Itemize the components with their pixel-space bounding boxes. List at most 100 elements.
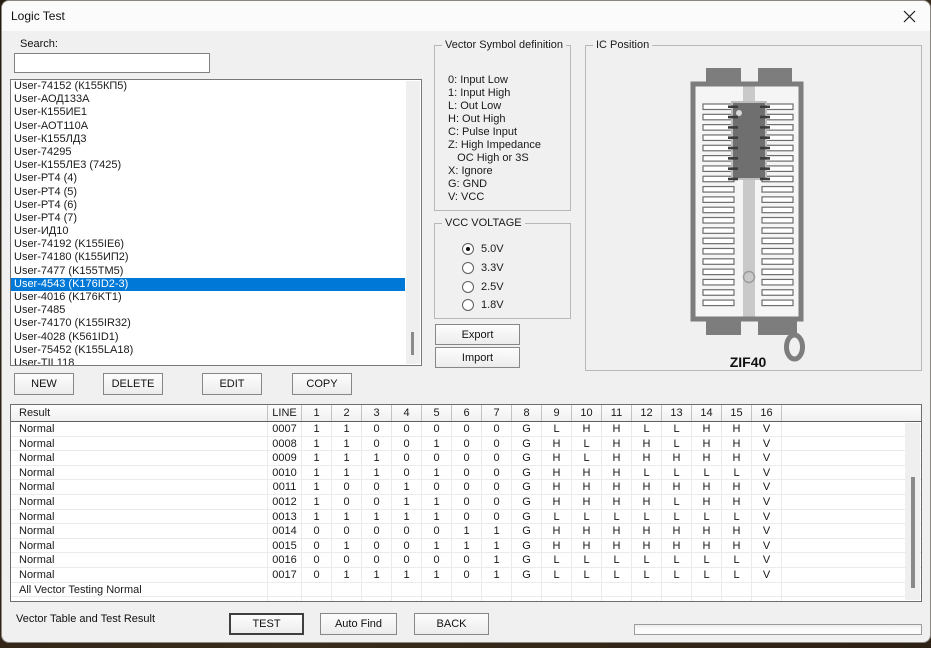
close-button[interactable]: [892, 3, 926, 29]
delete-button[interactable]: DELETE: [103, 373, 163, 395]
cell-pin: 0: [302, 567, 332, 583]
vcc-option-3-3v[interactable]: 3.3V: [462, 261, 504, 274]
search-input[interactable]: [14, 53, 210, 73]
cell-pin: H: [632, 494, 662, 510]
cell-pin: L: [722, 465, 752, 481]
list-item[interactable]: User-4543 (K176ID2-3): [11, 277, 405, 291]
list-item[interactable]: User-К155ЛЕ3 (7425): [11, 159, 405, 172]
column-header-pin: 11: [602, 405, 632, 421]
cell-pin: H: [572, 465, 602, 481]
cell-pin: 0: [392, 451, 422, 466]
table-row[interactable]: Normal 0014 0 0 0 0 0 1 1 G H H H H H H H V: [11, 524, 921, 539]
radio-icon: [462, 243, 474, 255]
table-row[interactable]: Normal 0017 0 1 1 1 1 0 1 G L L L L L L L V: [11, 567, 921, 583]
cell-pin: H: [692, 538, 722, 554]
new-button[interactable]: NEW: [14, 373, 74, 395]
export-button[interactable]: Export: [435, 324, 520, 345]
table-row[interactable]: Normal 0015 0 1 0 0 1 1 1 G H H H H H H H V: [11, 538, 921, 554]
cell-pin: 0: [392, 538, 422, 554]
cell-line: 0012: [268, 494, 302, 510]
list-item[interactable]: User-74180 (К155ИП2): [11, 251, 405, 264]
cell-pin: L: [662, 494, 692, 510]
list-item[interactable]: User-4016 (K176KT1): [11, 291, 405, 304]
list-item[interactable]: User-TIL118: [11, 357, 405, 365]
cell-pin: H: [662, 480, 692, 495]
list-item[interactable]: User-РТ4 (6): [11, 199, 405, 212]
list-item[interactable]: User-74295: [11, 146, 405, 159]
vector-symbol-lines: 0: Input Low 1: Input High L: Out Low H: Ou…: [435, 74, 570, 204]
cell-pin: G: [512, 480, 542, 495]
list-item[interactable]: User-4028 (K561ID1): [11, 331, 405, 344]
list-item[interactable]: User-К155ЛД3: [11, 133, 405, 146]
list-item[interactable]: User-АОД133А: [11, 93, 405, 106]
column-header-pin: 7: [482, 405, 512, 421]
listbox-scrollbar-thumb[interactable]: [411, 332, 414, 355]
cell-pin: 0: [482, 422, 512, 437]
list-item[interactable]: User-РТ4 (5): [11, 186, 405, 199]
list-item[interactable]: User-АОТ110А: [11, 120, 405, 133]
cell-pin: H: [572, 494, 602, 510]
table-row[interactable]: Normal 0008 1 1 0 0 1 0 0 G H L H H L H H V: [11, 436, 921, 452]
cell-pin: 1: [392, 567, 422, 583]
cell-line: 0017: [268, 567, 302, 583]
table-row[interactable]: Normal 0013 1 1 1 1 1 0 0 G L L L L L L L V: [11, 509, 921, 525]
cell-pin: L: [632, 567, 662, 583]
test-button[interactable]: TEST: [229, 613, 304, 635]
cell-filler: [782, 568, 921, 583]
cell-pin: H: [632, 538, 662, 554]
cell-filler: [782, 422, 921, 437]
cell-pin: H: [692, 436, 722, 452]
copy-button[interactable]: COPY: [292, 373, 352, 395]
cell-pin: 0: [362, 524, 392, 539]
cell-pin: L: [722, 567, 752, 583]
radio-icon: [462, 280, 474, 293]
cell-pin: L: [722, 509, 752, 525]
cell-pin: 0: [452, 436, 482, 452]
import-button[interactable]: Import: [435, 347, 520, 368]
list-item[interactable]: User-74192 (K155IE6): [11, 238, 405, 251]
table-row[interactable]: Normal 0010 1 1 1 0 1 0 0 G H H H L L L L V: [11, 465, 921, 481]
cell-pin: 1: [452, 538, 482, 554]
vcc-option-1-8v[interactable]: 1.8V: [462, 299, 504, 312]
table-row[interactable]: Normal 0007 1 1 0 0 0 0 0 G L H H L L H H V: [11, 422, 921, 437]
list-item[interactable]: User-7477 (K155TM5): [11, 265, 405, 278]
list-item[interactable]: User-РТ4 (7): [11, 212, 405, 225]
vcc-option-5-0v[interactable]: 5.0V: [462, 243, 504, 255]
ic-position-groupbox: IC Position ZIF40: [585, 39, 922, 371]
table-summary-row[interactable]: All Vector Testing Normal: [11, 582, 921, 598]
cell-pin: H: [722, 538, 752, 554]
cell-pin: 0: [482, 451, 512, 466]
cell-filler: [782, 524, 921, 539]
cell-pin: H: [722, 494, 752, 510]
list-item[interactable]: User-7485: [11, 304, 405, 317]
table-scrollbar-thumb[interactable]: [911, 477, 915, 588]
cell-pin: 0: [362, 422, 392, 437]
list-item[interactable]: User-РТ4 (4): [11, 172, 405, 185]
listbox-scrollbar[interactable]: [406, 81, 420, 364]
table-row[interactable]: Normal 0009 1 1 1 0 0 0 0 G H L H H H H H V: [11, 451, 921, 466]
list-item[interactable]: User-ИД10: [11, 225, 405, 238]
list-item[interactable]: User-К155ИЕ1: [11, 106, 405, 119]
cell-filler: [782, 539, 921, 554]
list-item[interactable]: User-75452 (K155LA18): [11, 344, 405, 357]
table-row[interactable]: Normal 0012 1 0 0 1 1 0 0 G H H H H L H H V: [11, 494, 921, 510]
list-item[interactable]: User-74152 (К155КП5): [11, 80, 405, 93]
table-empty-row[interactable]: [11, 597, 921, 601]
ic-listbox[interactable]: User-74152 (К155КП5) User-АОД133А User-К15…: [10, 79, 422, 366]
vcc-option-2-5v[interactable]: 2.5V: [462, 280, 504, 293]
list-item[interactable]: User-74170 (K155IR32): [11, 317, 405, 330]
table-row[interactable]: Normal 0016 0 0 0 0 0 0 1 G L L L L L L L V: [11, 553, 921, 568]
table-row[interactable]: Normal 0011 1 0 0 1 0 0 0 G H H H H H H H V: [11, 480, 921, 495]
auto-find-button[interactable]: Auto Find: [320, 613, 397, 635]
back-button[interactable]: BACK: [414, 613, 489, 635]
vector-symbol-line: C: Pulse Input: [448, 126, 518, 138]
column-header-pin: 4: [392, 405, 422, 421]
cell-pin: [632, 582, 662, 598]
table-scrollbar[interactable]: [905, 423, 920, 600]
edit-button[interactable]: EDIT: [202, 373, 262, 395]
column-header-pin: 8: [512, 405, 542, 421]
column-header-pin: 5: [422, 405, 452, 421]
cell-pin: H: [542, 465, 572, 481]
cell-pin: G: [512, 451, 542, 466]
cell-pin: V: [752, 465, 782, 481]
